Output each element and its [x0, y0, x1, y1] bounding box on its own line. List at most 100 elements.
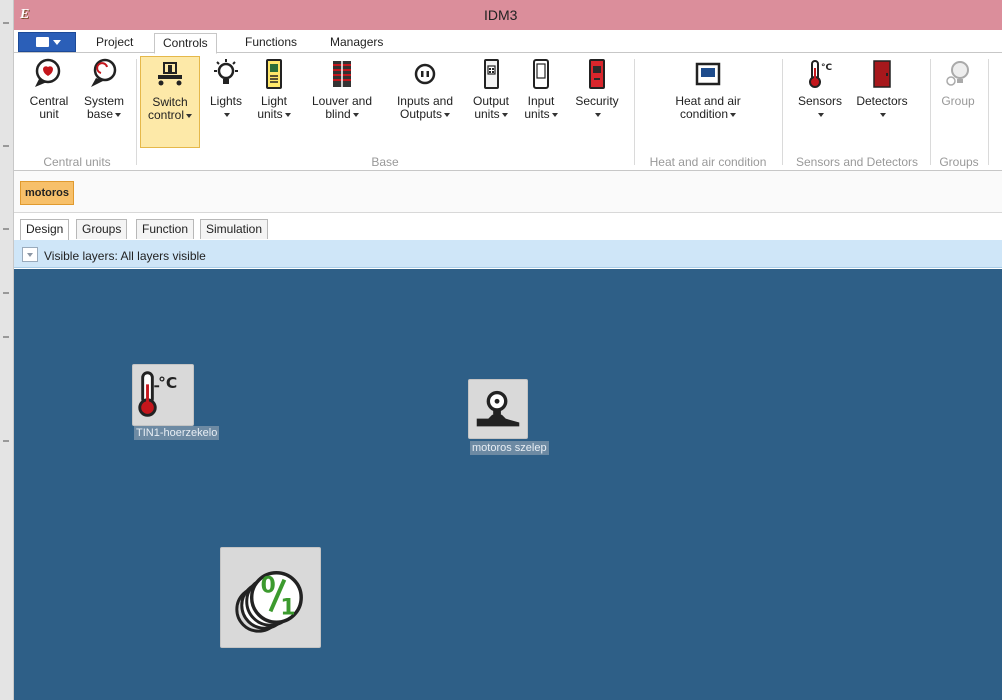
light-units-button[interactable]: Light units	[248, 56, 300, 148]
app-window: E IDM3 Project Controls Functions Manage…	[14, 0, 1002, 700]
document-tab-motoros[interactable]: motoros	[20, 181, 74, 205]
heat-air-text: Heat and air condition	[675, 94, 741, 121]
layers-expand-button[interactable]	[22, 247, 38, 262]
ribbon-tab-bar: Project Controls Functions Managers	[14, 30, 1002, 54]
chevron-down-icon	[444, 112, 451, 117]
input-units-button[interactable]: Input units	[518, 56, 564, 148]
heat-and-air-condition-button[interactable]: Heat and air condition	[638, 56, 778, 148]
thermometer-icon: °C	[809, 60, 833, 88]
lights-label: Lights	[206, 95, 246, 121]
svg-text:0: 0	[261, 574, 276, 599]
svg-text:°C: °C	[821, 63, 833, 73]
group-button[interactable]: Group	[934, 56, 982, 148]
tab-project[interactable]: Project	[88, 33, 141, 53]
group-bulb-icon	[946, 61, 969, 86]
light-unit-icon	[266, 59, 282, 89]
view-tab-bar: Design Groups Function Simulation	[14, 213, 1002, 240]
central-unit-button[interactable]: Central unit	[22, 56, 76, 148]
chevron-down-icon	[53, 40, 61, 45]
output-units-text: Output units	[472, 94, 510, 121]
chevron-down-icon	[352, 112, 359, 117]
function-tile[interactable]: 0 1	[220, 547, 321, 648]
group-label: Group	[941, 94, 975, 108]
tab-controls[interactable]: Controls	[154, 33, 217, 54]
system-base-button[interactable]: System base	[78, 56, 130, 148]
device-tile[interactable]	[468, 379, 528, 439]
group-label-base: Base	[371, 155, 399, 169]
light-units-text: Light units	[257, 94, 288, 121]
chevron-down-icon	[186, 113, 193, 118]
chevron-down-icon	[551, 112, 558, 117]
light-units-label: Light units	[255, 95, 293, 121]
ribbon: Central unit System base Central units S…	[14, 53, 1002, 171]
sensors-label: Sensors	[790, 95, 850, 121]
group-label-groups: Groups	[939, 155, 979, 169]
tab-groups[interactable]: Groups	[76, 219, 128, 239]
chevron-down-icon	[730, 112, 737, 117]
inputs-outputs-label: Inputs and Outputs	[392, 95, 458, 121]
document-icon	[36, 37, 49, 47]
on-off-toggle-icon: 0 1	[235, 571, 303, 633]
group-separator	[136, 59, 137, 165]
switch-function-block[interactable]: 0 1	[220, 547, 322, 649]
chevron-down-icon	[880, 112, 886, 117]
security-unit-icon	[589, 59, 605, 89]
tab-design[interactable]: Design	[20, 219, 70, 240]
chevron-down-icon	[27, 253, 33, 257]
device-tile[interactable]: °C	[132, 364, 194, 426]
background-window-edge	[0, 0, 14, 700]
group-separator	[634, 59, 635, 165]
group-label-heat-air: Heat and air condition	[649, 155, 767, 169]
central-unit-label: Central unit	[29, 94, 69, 121]
lights-button[interactable]: Lights	[206, 56, 246, 148]
central-unit-icon	[35, 58, 61, 87]
device-caption: motoros szelep	[470, 441, 549, 455]
system-base-text: System base	[84, 94, 125, 121]
thermostat-panel-icon	[695, 62, 721, 86]
title-bar[interactable]: E IDM3	[14, 0, 1002, 30]
louver-blind-icon	[333, 61, 351, 87]
output-units-button[interactable]: Output units	[466, 56, 516, 148]
tab-simulation[interactable]: Simulation	[200, 219, 269, 239]
motor-valve-icon	[476, 390, 520, 427]
louver-and-blind-button[interactable]: Louver and blind	[304, 56, 380, 148]
tab-function[interactable]: Function	[136, 219, 195, 239]
detectors-text: Detectors	[856, 94, 908, 108]
input-unit-icon	[533, 59, 549, 89]
chevron-down-icon	[595, 112, 601, 117]
device-motoros-szelep[interactable]: motoros szelep	[468, 379, 588, 469]
inputs-outputs-text: Inputs and Outputs	[396, 94, 454, 121]
sensors-text: Sensors	[797, 94, 843, 108]
input-units-label: Input units	[523, 95, 559, 121]
sensors-button[interactable]: °C Sensors	[790, 56, 850, 148]
layers-bar: Visible layers: All layers visible	[14, 240, 1002, 268]
device-tin1-hoerzekelo[interactable]: °C TIN1-hoerzekelo	[132, 364, 252, 454]
file-menu-button[interactable]	[18, 32, 76, 52]
svg-text:1: 1	[280, 595, 295, 620]
lights-text: Lights	[209, 94, 243, 108]
switch-control-label: Switch control	[145, 96, 195, 122]
light-bulb-icon	[214, 59, 238, 84]
visible-layers-text: Visible layers: All layers visible	[44, 249, 206, 263]
tab-managers[interactable]: Managers	[322, 33, 391, 53]
detectors-button[interactable]: Detectors	[852, 56, 912, 148]
chevron-down-icon	[284, 112, 291, 117]
group-label-central-units: Central units	[43, 155, 111, 169]
switch-control-button[interactable]: Switch control	[140, 56, 200, 148]
security-button[interactable]: Security	[566, 56, 628, 148]
design-canvas[interactable]: °C TIN1-hoerzekelo motoros szelep 0 1	[14, 269, 1002, 700]
louver-text: Louver and blind	[311, 94, 373, 121]
switch-control-text: Switch control	[147, 95, 188, 122]
group-separator	[988, 59, 989, 165]
device-caption: TIN1-hoerzekelo	[134, 426, 220, 440]
window-title: IDM3	[484, 7, 518, 23]
output-units-label: Output units	[470, 95, 512, 121]
door-detector-icon	[873, 60, 891, 88]
chevron-down-icon	[224, 112, 230, 117]
inputs-and-outputs-button[interactable]: Inputs and Outputs	[386, 56, 464, 148]
socket-icon	[414, 63, 436, 85]
group-separator	[930, 59, 931, 165]
tab-functions[interactable]: Functions	[237, 33, 305, 53]
document-tab-strip: motoros	[14, 171, 1002, 213]
chevron-down-icon	[501, 112, 508, 117]
